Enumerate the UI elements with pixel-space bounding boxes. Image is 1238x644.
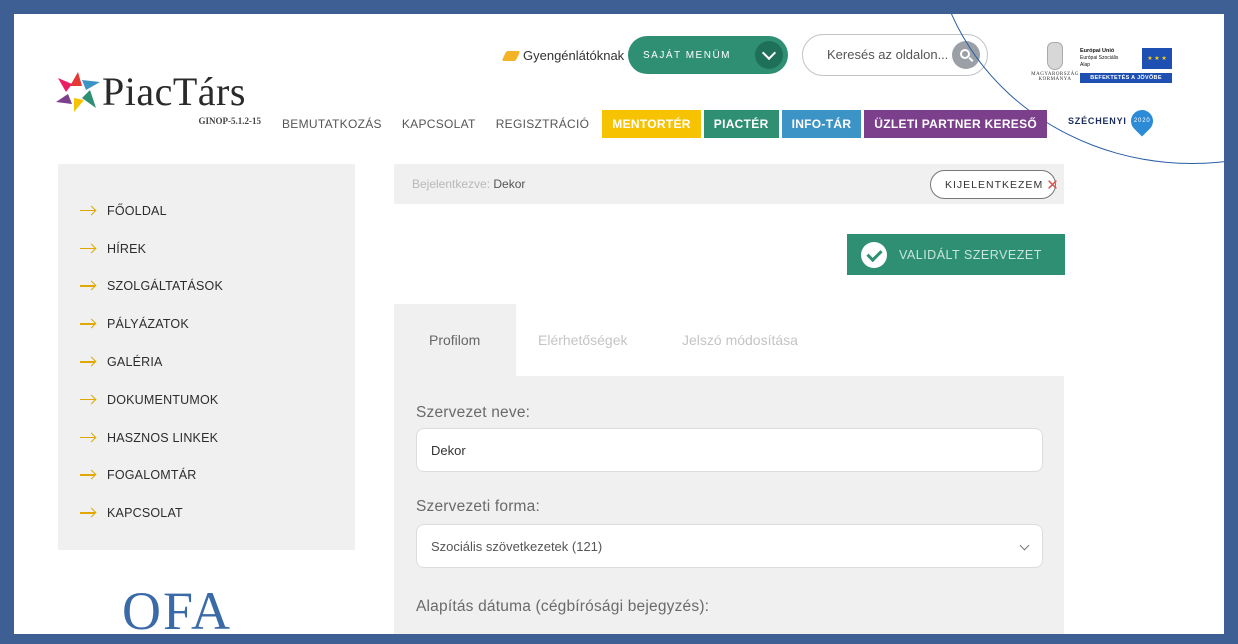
arrow-right-icon: [80, 508, 96, 518]
search-icon: [960, 49, 970, 59]
nav-regisztracio[interactable]: REGISZTRÁCIÓ: [486, 110, 600, 138]
logged-in-user: Dekor: [493, 177, 526, 191]
sidebar-item-label: FOGALOMTÁR: [107, 468, 197, 483]
sidebar-item-szolgaltatasok[interactable]: SZOLGÁLTATÁSOK: [58, 268, 355, 306]
my-menu-button[interactable]: SAJÁT MENÜM: [628, 36, 788, 74]
coat-of-arms-icon: [1047, 42, 1063, 70]
arrow-right-icon: [80, 319, 96, 329]
tab-elerhetosegek[interactable]: Elérhetőségek: [516, 304, 672, 376]
org-form-select[interactable]: Szociális szövetkezetek (121): [416, 524, 1043, 568]
szechenyi-year: 2020: [1133, 118, 1150, 124]
sidebar-item-label: GALÉRIA: [107, 355, 163, 370]
arrow-right-icon: [80, 357, 96, 367]
logo-subtitle: GINOP-5.1.2-15: [198, 116, 262, 126]
profile-form: Szervezet neve: Dekor Szervezeti forma: …: [394, 376, 1064, 634]
founding-date-label: Alapítás dátuma (cégbírósági bejegyzés):: [416, 598, 710, 615]
piactars-logo[interactable]: PiacTárs GINOP-5.1.2-15: [56, 66, 261, 136]
sidebar-item-fooldal[interactable]: FŐOLDAL: [58, 192, 355, 230]
org-name-label: Szervezet neve:: [416, 404, 531, 421]
logged-in-label: Bejelentkezve:: [412, 177, 491, 191]
decorative-arc: [932, 14, 1224, 164]
close-icon: ✕: [1046, 176, 1060, 194]
ofa-logo[interactable]: OFA: [122, 580, 232, 634]
eu-text: Európai Unió Európai Szociális Alap: [1080, 48, 1138, 69]
sidebar-item-label: KAPCSOLAT: [107, 506, 183, 521]
org-name-field[interactable]: Dekor: [416, 428, 1043, 472]
checkmark-icon: [861, 241, 887, 268]
nav-uzleti-partner-kereso[interactable]: ÜZLETI PARTNER KERESŐ: [864, 110, 1048, 138]
my-menu-label: SAJÁT MENÜM: [643, 49, 731, 61]
eu-flag-icon: ★ ★ ★: [1142, 48, 1172, 69]
low-vision-link[interactable]: Gyengénlátóknak: [501, 48, 625, 63]
nav-bemutatkozas[interactable]: BEMUTATKOZÁS: [272, 110, 392, 138]
logged-in-text: Bejelentkezve: Dekor: [412, 177, 525, 191]
sidebar-item-dokumentumok[interactable]: DOKUMENTUMOK: [58, 381, 355, 419]
sidebar-item-label: HASZNOS LINKEK: [107, 430, 219, 445]
hungarian-government-logo: MAGYARORSZÁG KORMÁNYA: [1026, 42, 1084, 82]
nav-kapcsolat[interactable]: KAPCSOLAT: [392, 110, 486, 138]
sidebar-item-label: HÍREK: [107, 241, 147, 256]
sidebar-item-palyazatok[interactable]: PÁLYÁZATOK: [58, 305, 355, 343]
validated-org-badge: VALIDÁLT SZERVEZET: [847, 234, 1065, 275]
nav-mentorter[interactable]: MENTORTÉR: [602, 110, 701, 138]
arrow-right-icon: [80, 244, 96, 254]
eu-band: BEFEKTETÉS A JÖVŐBE: [1080, 73, 1172, 83]
search-input[interactable]: [827, 47, 947, 62]
government-text: MAGYARORSZÁG KORMÁNYA: [1031, 72, 1079, 82]
arrow-right-icon: [80, 395, 96, 405]
eu-title: Európai Unió: [1080, 48, 1115, 54]
arrow-right-icon: [80, 206, 96, 216]
sidebar-item-fogalomtar[interactable]: FOGALOMTÁR: [58, 457, 355, 495]
eu-subtitle-2: Alap: [1080, 62, 1091, 68]
profile-tabs: Profilom Elérhetőségek Jelszó módosítása: [394, 304, 833, 376]
sidebar: FŐOLDAL HÍREK SZOLGÁLTATÁSOK PÁLYÁZATOK …: [58, 164, 355, 550]
arrow-right-icon: [80, 470, 96, 480]
sidebar-item-label: PÁLYÁZATOK: [107, 317, 189, 332]
logout-button[interactable]: KIJELENTKEZEM ✕: [930, 170, 1059, 199]
logged-in-bar: Bejelentkezve: Dekor KIJELENTKEZEM ✕: [394, 164, 1064, 204]
low-vision-label: Gyengénlátóknak: [523, 48, 625, 63]
logo-text: PiacTárs: [102, 69, 246, 114]
arrow-right-icon: [80, 433, 96, 443]
logo-star-icon: [56, 72, 100, 112]
szechenyi-text: SZÉCHENYI: [1068, 116, 1127, 126]
org-form-label: Szervezeti forma:: [416, 498, 540, 515]
nav-piacter[interactable]: PIACTÉR: [703, 110, 779, 138]
sidebar-item-label: DOKUMENTUMOK: [107, 392, 219, 407]
search-box: [802, 34, 988, 76]
chevron-down-icon: [1019, 540, 1030, 551]
main-nav: BEMUTATKOZÁS KAPCSOLAT REGISZTRÁCIÓ MENT…: [272, 110, 1048, 138]
sidebar-item-hasznos-linkek[interactable]: HASZNOS LINKEK: [58, 419, 355, 457]
tab-profilom[interactable]: Profilom: [394, 304, 516, 376]
glasses-icon: [501, 50, 521, 61]
eu-fund-logo: Európai Unió Európai Szociális Alap ★ ★ …: [1080, 48, 1172, 83]
nav-info-tar[interactable]: INFO-TÁR: [781, 110, 862, 138]
logout-label: KIJELENTKEZEM: [945, 178, 1044, 191]
szechenyi-badge-icon: 2020: [1126, 105, 1158, 137]
validated-label: VALIDÁLT SZERVEZET: [899, 247, 1042, 262]
chevron-down-icon: [755, 41, 783, 69]
tab-jelszo-modositasa[interactable]: Jelszó módosítása: [672, 304, 833, 376]
sidebar-item-hirek[interactable]: HÍREK: [58, 230, 355, 268]
sidebar-item-kapcsolat[interactable]: KAPCSOLAT: [58, 494, 355, 532]
arrow-right-icon: [80, 281, 96, 291]
sidebar-item-galeria[interactable]: GALÉRIA: [58, 343, 355, 381]
sidebar-item-label: SZOLGÁLTATÁSOK: [107, 279, 224, 294]
sidebar-item-label: FŐOLDAL: [107, 203, 167, 218]
eu-subtitle-1: Európai Szociális: [1080, 55, 1119, 61]
org-form-value: Szociális szövetkezetek (121): [431, 538, 603, 554]
szechenyi-logo: SZÉCHENYI 2020: [1068, 105, 1158, 137]
page: PiacTárs GINOP-5.1.2-15 Gyengénlátóknak …: [14, 14, 1224, 634]
